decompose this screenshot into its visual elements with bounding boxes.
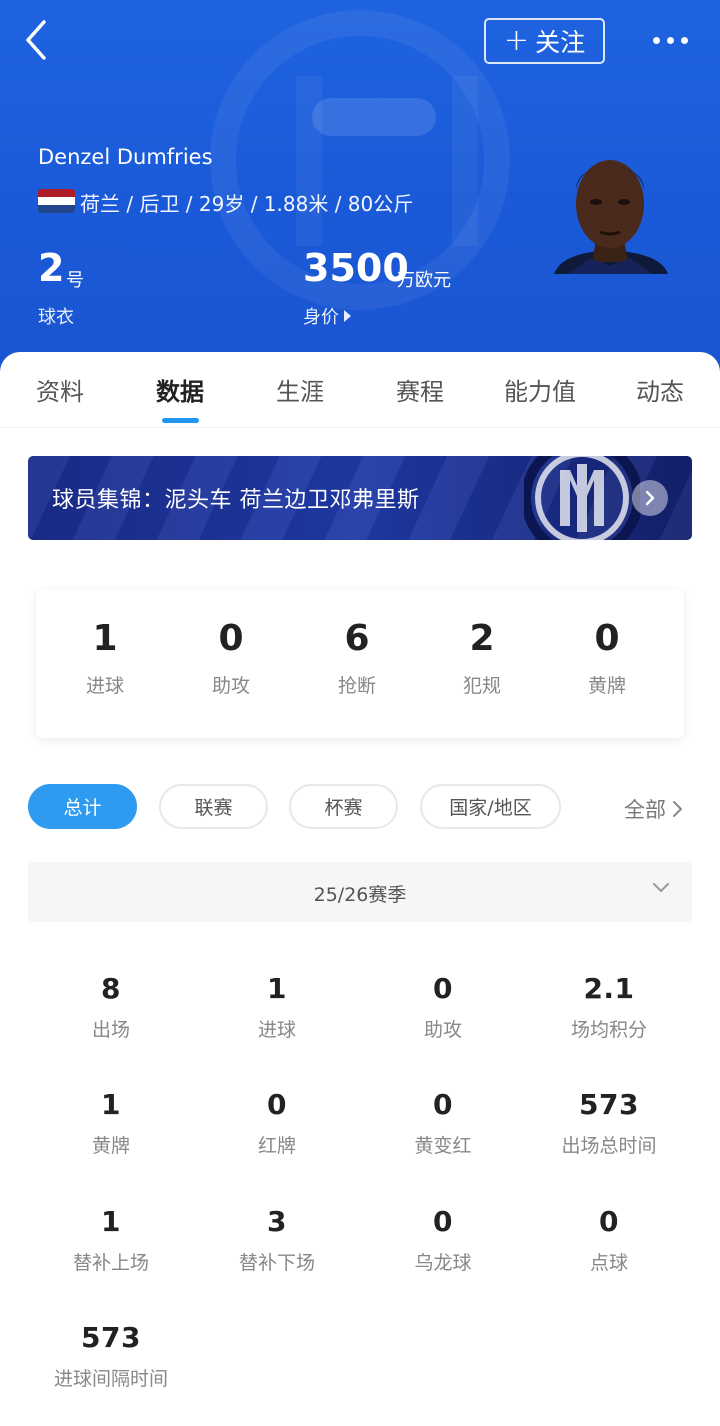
stat-own-goals: 0 乌龙球: [360, 1205, 526, 1275]
summary-value: 0: [218, 618, 244, 659]
stat-value: 0: [599, 1205, 619, 1238]
summary-yellow-cards: 0 黄牌: [547, 618, 667, 698]
chevron-right-icon: [673, 801, 682, 817]
stat-value: 3: [267, 1205, 287, 1238]
season-select[interactable]: 25/26赛季: [28, 862, 692, 922]
stat-value: 0: [433, 1205, 453, 1238]
chevron-right-icon: [645, 490, 655, 506]
tab-bar: 资料 数据 生涯 赛程 能力值 动态: [0, 352, 720, 428]
summary-label: 进球: [85, 675, 124, 697]
stat-label: 场均积分: [570, 1019, 647, 1041]
stat-label: 替补下场: [238, 1252, 315, 1274]
filter-all-label: 全部: [624, 798, 666, 822]
stat-yellow-cards: 1 黄牌: [28, 1088, 194, 1158]
follow-button[interactable]: + 关注: [484, 18, 605, 64]
stat-penalties: 0 点球: [526, 1205, 692, 1275]
stat-goals: 1 进球: [194, 972, 360, 1042]
stat-value: 1: [101, 1088, 121, 1121]
more-button[interactable]: [646, 26, 694, 54]
player-name: Denzel Dumfries: [38, 145, 213, 169]
stat-sub-on: 1 替补上场: [28, 1205, 194, 1275]
banner-open-button[interactable]: [632, 480, 668, 516]
tab-news[interactable]: 动态: [600, 372, 720, 407]
more-icon: [652, 36, 688, 44]
stat-total-minutes: 573 出场总时间: [526, 1088, 692, 1158]
stat-value: 573: [579, 1088, 639, 1121]
stat-label: 点球: [589, 1252, 628, 1274]
summary-value: 6: [344, 618, 370, 659]
summary-label: 抢断: [337, 675, 376, 697]
stat-value: 1: [267, 972, 287, 1005]
back-icon: [26, 20, 46, 60]
summary-assists: 0 助攻: [171, 618, 291, 698]
summary-label: 黄牌: [587, 675, 626, 697]
summary-value: 2: [469, 618, 495, 659]
stat-minutes-per-goal: 573 进球间隔时间: [28, 1321, 194, 1391]
tab-career[interactable]: 生涯: [240, 372, 360, 407]
inter-logo-icon: [524, 456, 640, 540]
market-value-link[interactable]: 身价: [303, 303, 351, 329]
stat-label: 出场总时间: [561, 1135, 657, 1157]
stat-value: 1: [101, 1205, 121, 1238]
back-button[interactable]: [18, 20, 58, 60]
stat-assists: 0 助攻: [360, 972, 526, 1042]
season-value: 25/26赛季: [313, 884, 407, 906]
stat-appearances: 8 出场: [28, 972, 194, 1042]
filter-total[interactable]: 总计: [28, 784, 137, 829]
netherlands-flag-icon: [38, 189, 75, 213]
market-value-amount: 3500: [303, 246, 409, 290]
stat-value: 573: [81, 1321, 141, 1354]
filter-national[interactable]: 国家/地区: [420, 784, 561, 829]
player-photo: [550, 140, 670, 274]
summary-value: 1: [92, 618, 118, 659]
tab-profile[interactable]: 资料: [0, 372, 120, 407]
active-tab-indicator: [162, 418, 199, 423]
summary-label: 犯规: [462, 675, 501, 697]
stat-label: 替补上场: [72, 1252, 149, 1274]
stat-value: 2.1: [583, 972, 635, 1005]
stat-value: 8: [101, 972, 121, 1005]
stat-red-cards: 0 红牌: [194, 1088, 360, 1158]
stat-label: 助攻: [423, 1019, 462, 1041]
stat-label: 进球间隔时间: [53, 1368, 168, 1390]
summary-tackles: 6 抢断: [297, 618, 417, 698]
tab-data[interactable]: 数据: [120, 372, 240, 407]
follow-label: 关注: [535, 28, 586, 57]
stat-value: 0: [433, 972, 453, 1005]
stat-avg-points: 2.1 场均积分: [526, 972, 692, 1042]
header-pill: [312, 98, 436, 136]
filter-cup[interactable]: 杯赛: [289, 784, 398, 829]
tab-schedule[interactable]: 赛程: [360, 372, 480, 407]
jersey-number: 2: [38, 246, 65, 290]
stat-label: 红牌: [257, 1135, 296, 1157]
summary-value: 0: [594, 618, 620, 659]
stat-label: 出场: [91, 1019, 130, 1041]
highlight-banner[interactable]: 球员集锦：泥头车 荷兰边卫邓弗里斯: [28, 456, 692, 540]
filter-all-link[interactable]: 全部: [624, 794, 684, 824]
stat-second-yellow: 0 黄变红: [360, 1088, 526, 1158]
summary-fouls: 2 犯规: [422, 618, 542, 698]
market-value-label: 身价: [303, 307, 339, 328]
summary-card: 1 进球 0 助攻 6 抢断 2 犯规 0 黄牌: [36, 590, 684, 738]
jersey-unit: 号: [66, 270, 84, 291]
triangle-right-icon: [344, 310, 351, 322]
player-header: + 关注 Denzel Dumfries 荷兰 / 后卫 / 29岁 / 1.8…: [0, 0, 720, 372]
player-info: 荷兰 / 后卫 / 29岁 / 1.88米 / 80公斤: [80, 192, 414, 216]
stat-label: 黄变红: [414, 1135, 472, 1157]
stat-label: 黄牌: [91, 1135, 130, 1157]
summary-label: 助攻: [211, 675, 250, 697]
market-value-unit: 万欧元: [397, 270, 451, 291]
summary-goals: 1 进球: [45, 618, 165, 698]
jersey-label: 球衣: [38, 307, 74, 328]
stat-value: 0: [267, 1088, 287, 1121]
tab-ability[interactable]: 能力值: [480, 372, 600, 407]
stat-label: 进球: [257, 1019, 296, 1041]
stat-value: 0: [433, 1088, 453, 1121]
banner-title: 球员集锦：泥头车 荷兰边卫邓弗里斯: [52, 488, 420, 513]
stat-sub-off: 3 替补下场: [194, 1205, 360, 1275]
filter-league[interactable]: 联赛: [159, 784, 268, 829]
stat-label: 乌龙球: [414, 1252, 472, 1274]
plus-icon: +: [503, 23, 530, 58]
chevron-down-icon: [653, 883, 669, 892]
